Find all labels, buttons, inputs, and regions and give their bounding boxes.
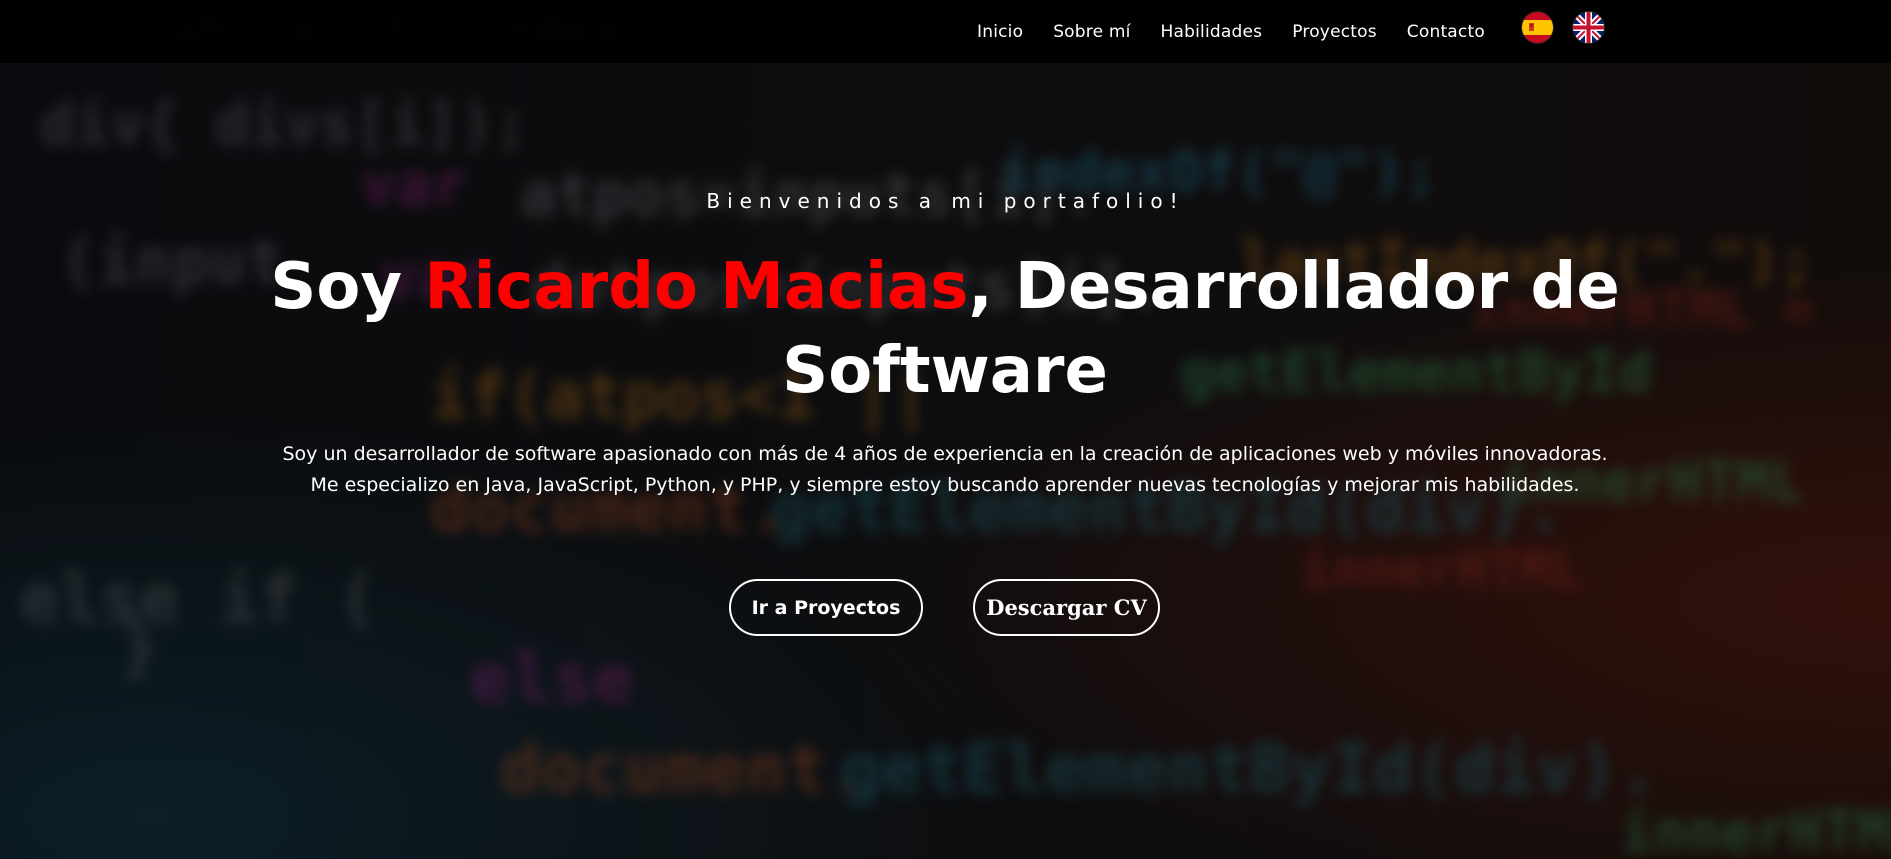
go-to-projects-button[interactable]: Ir a Proyectos [729, 579, 923, 636]
nav-link-sobre-mi[interactable]: Sobre mí [1053, 22, 1130, 42]
title-prefix: Soy [270, 250, 425, 324]
hero-description: Soy un desarrollador de software apasion… [195, 439, 1695, 501]
navbar: Inicio Sobre mí Habilidades Proyectos Co… [0, 0, 1891, 63]
nav-links: Inicio Sobre mí Habilidades Proyectos Co… [962, 0, 1500, 63]
hero-title: Soy Ricardo Macias, Desarrollador de Sof… [245, 245, 1645, 413]
nav-link-inicio[interactable]: Inicio [977, 22, 1023, 42]
nav-link-habilidades[interactable]: Habilidades [1161, 22, 1263, 42]
hero-section: Bienvenidos a mi portafolio! Soy Ricardo… [0, 63, 1891, 859]
download-cv-button[interactable]: Descargar CV [973, 579, 1160, 636]
nav-link-contacto[interactable]: Contacto [1407, 22, 1485, 42]
description-line-1: Soy un desarrollador de software apasion… [282, 443, 1608, 465]
nav-link-proyectos[interactable]: Proyectos [1292, 22, 1377, 42]
title-name: Ricardo Macias [424, 250, 969, 324]
language-switcher [1522, 12, 1604, 43]
welcome-text: Bienvenidos a mi portafolio! [706, 189, 1185, 213]
description-line-2: Me especializo en Java, JavaScript, Pyth… [310, 474, 1580, 496]
spain-flag-icon[interactable] [1522, 12, 1553, 43]
uk-flag-icon[interactable] [1573, 12, 1604, 43]
page: while if (index) div{ divs[i]); var atpo… [0, 0, 1891, 859]
